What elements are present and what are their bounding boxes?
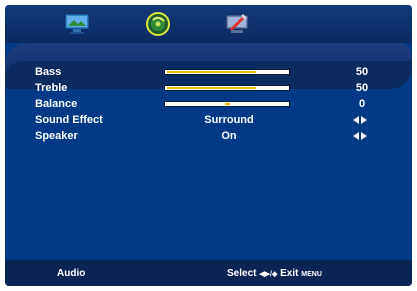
menu-item-label: Sound Effect [35, 114, 103, 126]
menu-item-value: 0 [358, 98, 366, 110]
menu-item-label: Bass [35, 66, 62, 78]
menu-item-value: 50 [355, 66, 369, 78]
left-right-arrows-icon[interactable] [352, 131, 368, 141]
osd-menu-window: Bass 50 Treble 50 Balance 0 Sound Effect… [5, 5, 412, 286]
bass-slider-fill [167, 71, 256, 73]
menu-item-treble[interactable]: Treble 50 [5, 81, 412, 97]
menu-item-label: Balance [35, 98, 78, 110]
status-bar: Audio Select ◀▶/◆ Exit MENU [5, 260, 412, 286]
balance-slider[interactable] [164, 101, 290, 107]
select-hint-label: Select [227, 268, 257, 279]
menu-key-label: MENU [301, 271, 322, 278]
left-right-arrows-icon[interactable] [352, 115, 368, 125]
menu-item-bass[interactable]: Bass 50 [5, 65, 412, 81]
key-hints: Select ◀▶/◆ Exit MENU [227, 268, 322, 279]
menu-item-label: Speaker [35, 130, 78, 142]
balance-slider-marker [225, 103, 230, 105]
menu-tab-bar [5, 5, 412, 43]
menu-item-label: Treble [35, 82, 68, 94]
picture-menu-icon[interactable] [62, 11, 92, 37]
treble-slider-fill [167, 87, 256, 89]
treble-slider[interactable] [164, 85, 290, 91]
menu-item-value: 50 [355, 82, 369, 94]
menu-item-sound-effect[interactable]: Sound Effect Surround [5, 113, 412, 129]
select-keys-icon: ◀▶/◆ [259, 271, 278, 278]
menu-item-balance[interactable]: Balance 0 [5, 97, 412, 113]
setup-menu-icon[interactable] [222, 11, 252, 37]
audio-menu-icon[interactable] [143, 11, 173, 37]
exit-hint-label: Exit [280, 268, 299, 279]
bass-slider[interactable] [164, 69, 290, 75]
menu-title: Audio [57, 268, 86, 279]
menu-item-option: On [221, 130, 237, 142]
menu-item-option: Surround [204, 114, 254, 126]
menu-item-speaker[interactable]: Speaker On [5, 129, 412, 145]
